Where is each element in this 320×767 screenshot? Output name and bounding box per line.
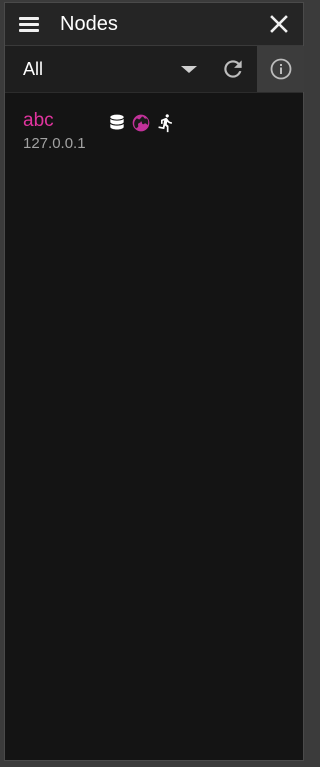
close-button[interactable] (267, 12, 291, 36)
node-name: abc (23, 110, 54, 131)
node-address: 127.0.0.1 (23, 135, 86, 152)
refresh-icon (224, 60, 242, 78)
refresh-button[interactable] (220, 56, 246, 82)
info-icon (270, 58, 292, 80)
list-item[interactable]: abc 127.0.0.1 (23, 109, 263, 155)
info-button[interactable] (257, 46, 304, 92)
filter-toolbar: All (5, 46, 304, 93)
panel-title: Nodes (60, 13, 118, 35)
menu-icon-bar (19, 29, 39, 32)
node-filter-select[interactable]: All (5, 46, 215, 92)
nodes-panel: Nodes All abc 127.0.0.1 (4, 2, 304, 761)
globe-icon (132, 114, 150, 132)
menu-icon-bar (19, 23, 39, 26)
database-icon (110, 114, 124, 130)
menu-icon (19, 17, 39, 20)
filter-selected-value: All (23, 59, 44, 79)
close-icon (270, 15, 288, 33)
title-bar: Nodes (5, 3, 303, 46)
running-person-icon (158, 114, 172, 133)
chevron-down-icon (181, 66, 197, 73)
menu-button[interactable] (17, 12, 43, 36)
